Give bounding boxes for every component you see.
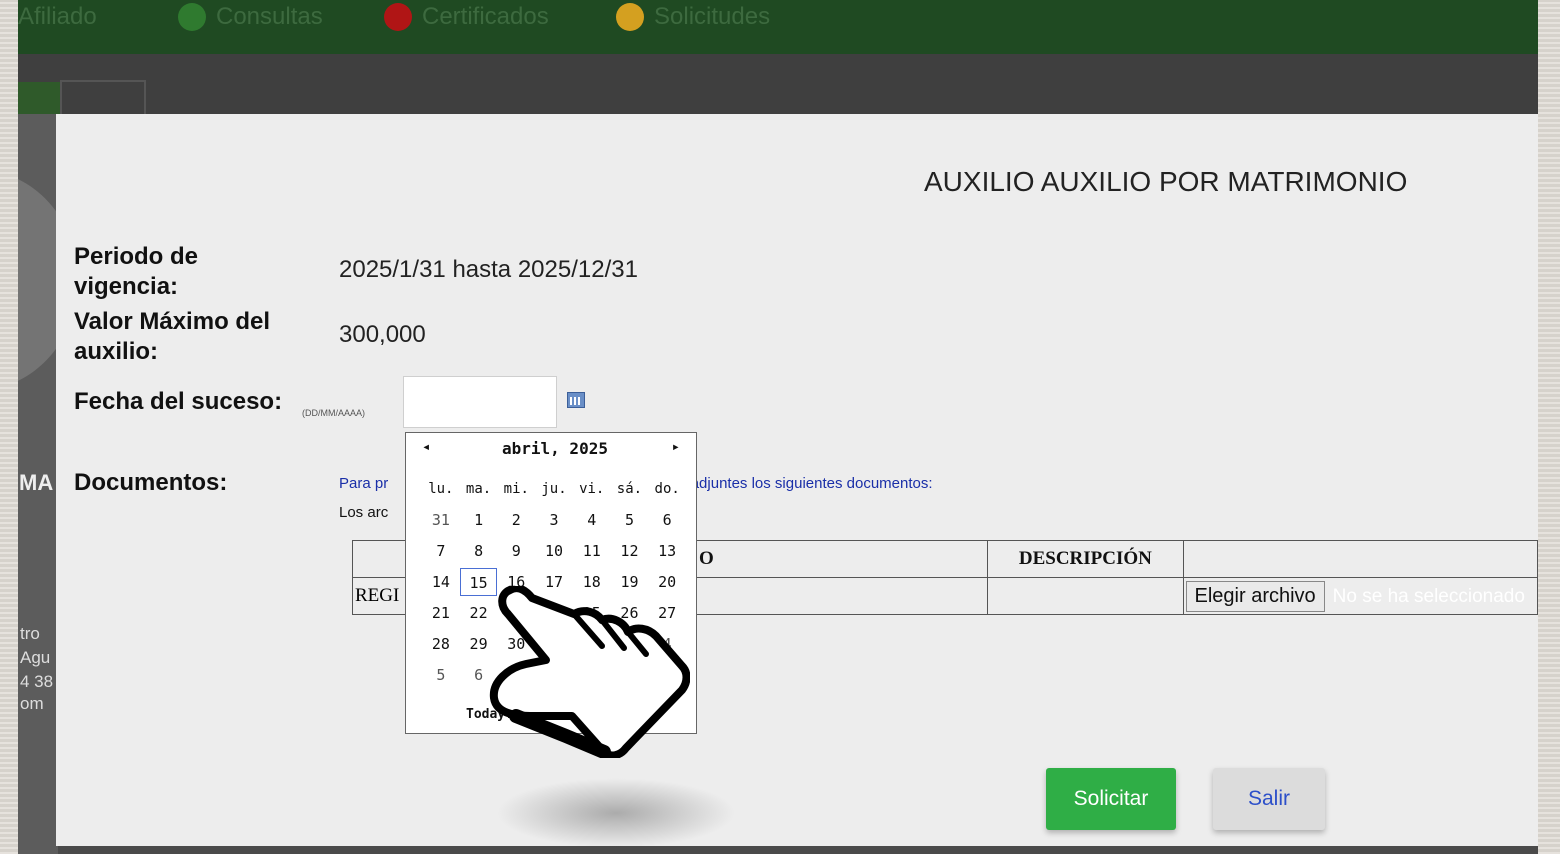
calendar-day[interactable]: 7 bbox=[422, 537, 460, 565]
valor-value: 300,000 bbox=[339, 321, 426, 348]
weekday-row: lu. ma. mi. ju. vi. sá. do. bbox=[422, 473, 686, 504]
nav-item-certificados[interactable]: Certificados bbox=[384, 0, 549, 34]
periodo-value: 2025/1/31 hasta 2025/12/31 bbox=[339, 256, 638, 283]
calendar-day[interactable]: 11 bbox=[573, 537, 611, 565]
modal-title: AUXILIO AUXILIO POR MATRIMONIO bbox=[924, 166, 1408, 197]
calendar-icon[interactable] bbox=[567, 392, 585, 408]
calendar-day[interactable]: 14 bbox=[422, 568, 460, 596]
nav-item-consultas[interactable]: Consultas bbox=[178, 0, 323, 34]
request-modal: AUXILIO AUXILIO POR MATRIMONIO Periodo d… bbox=[56, 114, 1538, 848]
calendar-day[interactable]: 8 bbox=[460, 537, 498, 565]
documentos-label: Documentos: bbox=[74, 469, 228, 496]
file-status-text: No se ha seleccionado bbox=[1332, 585, 1525, 607]
weekday-label: ma. bbox=[465, 480, 492, 497]
document-description-cell bbox=[987, 577, 1184, 615]
calendar-day[interactable]: 10 bbox=[535, 537, 573, 565]
nav-item-label: Solicitudes bbox=[654, 3, 771, 30]
fecha-label: Fecha del suceso: bbox=[74, 388, 283, 415]
sub-header bbox=[18, 54, 1538, 114]
background-text: tro bbox=[20, 624, 40, 643]
calendar-day[interactable]: 12 bbox=[611, 537, 649, 565]
column-header bbox=[1182, 540, 1538, 578]
documents-hint-end: e adjuntes los siguientes documentos: bbox=[678, 475, 933, 492]
calendar-day[interactable]: 31 bbox=[422, 506, 460, 534]
calendar-day[interactable]: 3 bbox=[535, 506, 573, 534]
next-month-icon[interactable]: ▸ bbox=[672, 439, 680, 455]
choose-file-button[interactable]: Elegir archivo bbox=[1185, 580, 1325, 612]
circle-icon bbox=[616, 3, 644, 31]
column-header: DESCRIPCIÓN bbox=[987, 540, 1184, 578]
calendar-day[interactable]: 1 bbox=[460, 506, 498, 534]
weekday-label: do. bbox=[654, 480, 680, 497]
weekday-label: vi. bbox=[579, 480, 605, 497]
hand-shadow bbox=[496, 778, 736, 848]
nav-item-label: Consultas bbox=[216, 3, 323, 30]
background-text: 4 38 bbox=[20, 672, 54, 691]
weekday-label: ju. bbox=[541, 480, 567, 497]
periodo-label: Periodo de vigencia: bbox=[74, 242, 198, 302]
calendar-day[interactable]: 5 bbox=[611, 506, 649, 534]
periodo-label-line: vigencia: bbox=[74, 273, 179, 300]
calendar-day[interactable]: 9 bbox=[497, 537, 535, 565]
calendar-week-row: 31 1 2 3 4 5 6 bbox=[422, 504, 686, 535]
weekday-label: mi. bbox=[503, 480, 529, 497]
calendar-week-row: 7 8 9 10 11 12 13 bbox=[422, 535, 686, 566]
date-input[interactable] bbox=[403, 376, 557, 428]
weekday-label: lu. bbox=[428, 480, 454, 497]
calendar-header: ◂ abril, 2025 ▸ bbox=[406, 439, 696, 463]
calendar-day[interactable]: 4 bbox=[573, 506, 611, 534]
valor-label-line: Valor Máximo del bbox=[74, 308, 271, 335]
background-text: Agu bbox=[20, 648, 51, 667]
nav-item-label: Afiliado bbox=[18, 3, 97, 30]
calendar-day[interactable]: 5 bbox=[422, 661, 460, 689]
circle-icon bbox=[178, 3, 206, 31]
weekday-label: sá. bbox=[616, 480, 643, 497]
previous-month-icon[interactable]: ◂ bbox=[422, 439, 430, 455]
pointing-hand-icon bbox=[489, 586, 690, 758]
calendar-day[interactable]: 2 bbox=[497, 506, 535, 534]
date-format-hint: (DD/MM/AAAA) bbox=[302, 408, 365, 418]
documents-hint-start: Para pr bbox=[339, 475, 389, 492]
periodo-label-line: Periodo de bbox=[74, 243, 199, 270]
calendar-day[interactable]: 21 bbox=[422, 599, 460, 627]
calendar-day[interactable]: 6 bbox=[648, 506, 686, 534]
calendar-day[interactable]: 13 bbox=[648, 537, 686, 565]
background-text: MA bbox=[19, 470, 54, 495]
nav-item-label: Certificados bbox=[422, 3, 549, 30]
valor-label-line: auxilio: bbox=[74, 338, 159, 365]
calendar-day[interactable]: 28 bbox=[422, 630, 460, 658]
circle-icon bbox=[384, 3, 412, 31]
top-nav-bar: Afiliado Consultas Certificados Solicitu… bbox=[18, 0, 1538, 54]
nav-item-afiliado[interactable]: Afiliado bbox=[18, 0, 97, 34]
file-upload-cell: Elegir archivo No se ha seleccionado bbox=[1182, 577, 1538, 615]
calendar-month-title: abril, 2025 bbox=[502, 439, 608, 458]
salir-button[interactable]: Salir bbox=[1213, 768, 1325, 830]
background-text: om bbox=[20, 694, 44, 713]
solicitar-button[interactable]: Solicitar bbox=[1046, 768, 1176, 830]
nav-item-solicitudes[interactable]: Solicitudes bbox=[616, 0, 770, 34]
documents-format-hint: Los arc bbox=[339, 504, 389, 521]
valor-label: Valor Máximo del auxilio: bbox=[74, 307, 270, 367]
